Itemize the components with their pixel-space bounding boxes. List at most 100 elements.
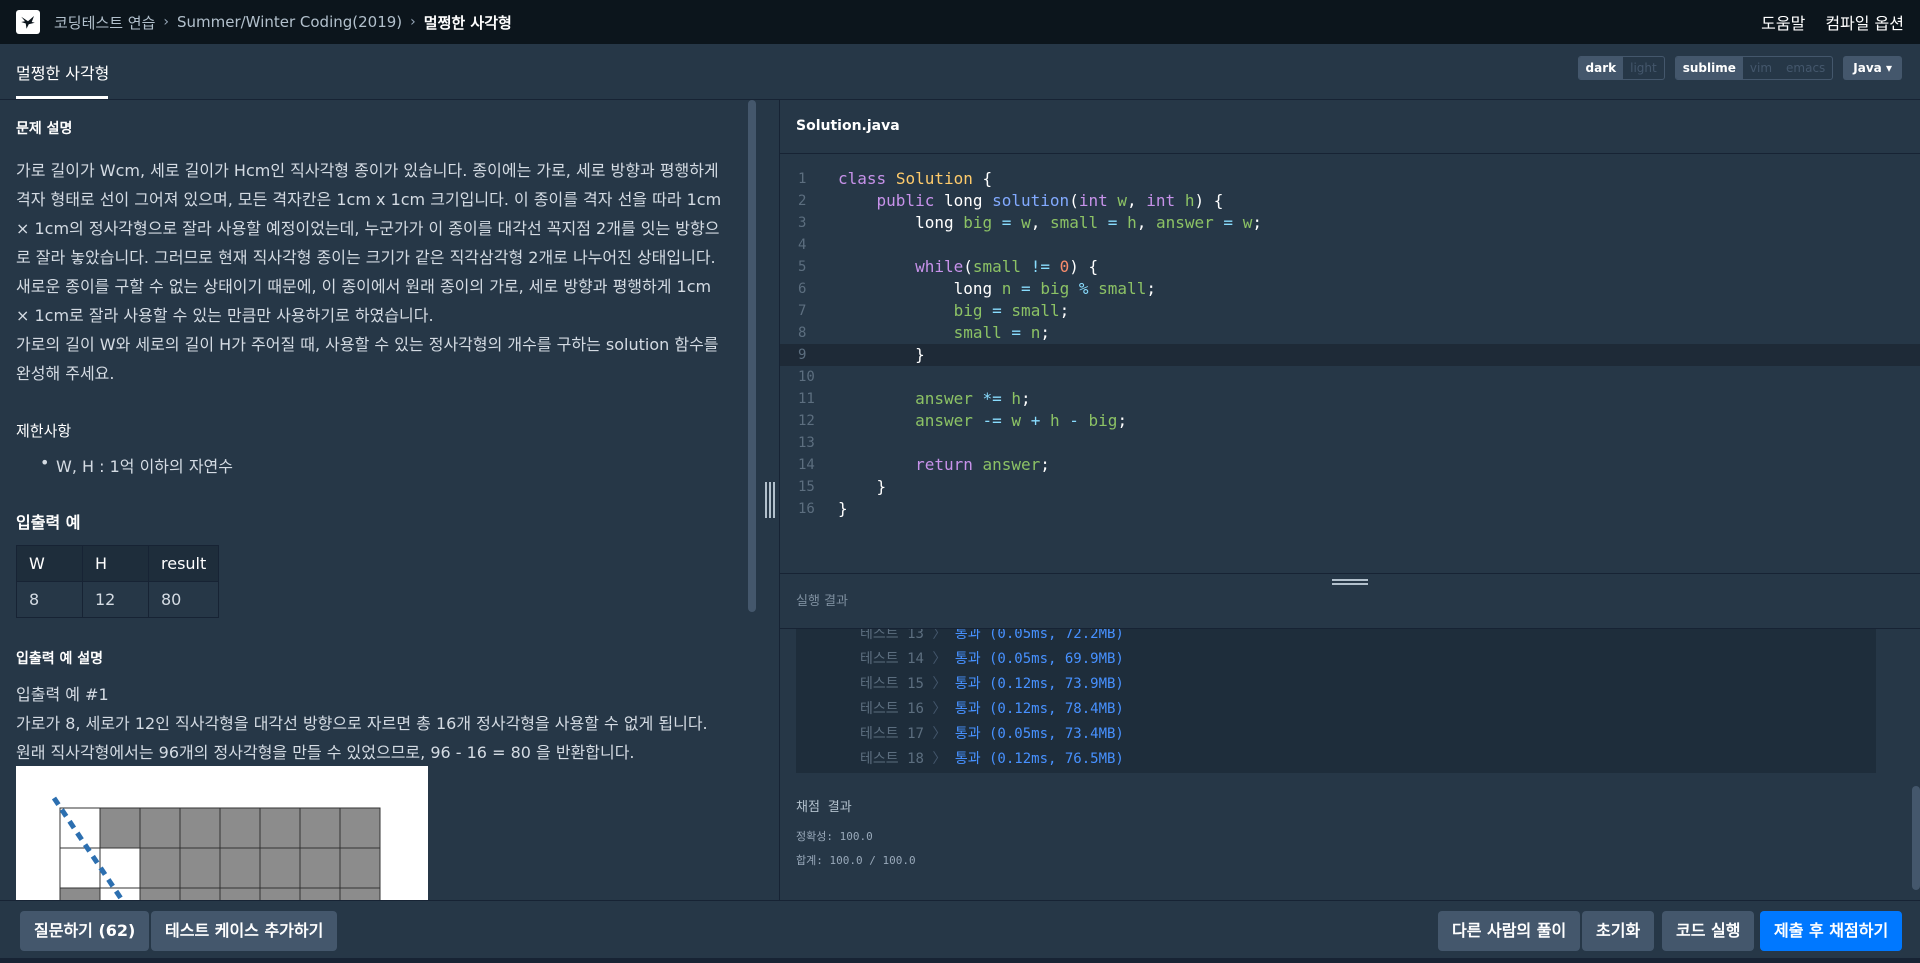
code-line: 13 <box>780 432 1920 454</box>
editor-file-tab[interactable]: Solution.java <box>780 100 1920 154</box>
test-result: 통과 (0.12ms, 73.9MB) <box>954 676 1124 692</box>
keymap-vim-option[interactable]: vim <box>1743 57 1779 79</box>
code-line: 4 <box>780 234 1920 256</box>
code-line: 6 long n = big % small; <box>780 278 1920 300</box>
code-text: } <box>838 345 925 364</box>
test-label: 테스트 16 <box>860 701 924 717</box>
line-number: 6 <box>798 281 807 297</box>
constraints-list: W, H : 1억 이하의 자연수 <box>16 453 724 477</box>
table-cell: 8 <box>16 581 83 618</box>
code-line: 16} <box>780 498 1920 520</box>
code-line: 1 class Solution { <box>780 168 1920 190</box>
breadcrumb-summer-winter[interactable]: Summer/Winter Coding(2019) <box>177 13 402 31</box>
code-text: public long solution(int w, int h) { <box>876 191 1224 210</box>
compile-options-link[interactable]: 컴파일 옵션 <box>1825 10 1904 34</box>
io-example-label: 입출력 예 #1 <box>16 685 109 704</box>
problem-scrollbar[interactable] <box>748 100 756 612</box>
top-navbar: 코딩테스트 연습 › Summer/Winter Coding(2019) › … <box>0 0 1920 44</box>
io-example-table: W H result 8 12 80 <box>16 545 220 618</box>
language-dropdown[interactable]: Java ▾ <box>1843 56 1902 80</box>
run-code-button[interactable]: 코드 실행 <box>1662 911 1755 951</box>
active-tab-indicator <box>16 96 108 99</box>
code-text: big = small; <box>953 301 1070 320</box>
constraint-item: W, H : 1억 이하의 자연수 <box>40 453 724 477</box>
io-example-title: 입출력 예 <box>16 513 81 532</box>
theme-toggle: dark light <box>1577 56 1665 80</box>
output-scrollbar[interactable] <box>1912 786 1920 890</box>
test-result-row: 테스트 13 〉 통과 (0.05ms, 72.2MB) <box>860 629 1124 647</box>
code-line: 11 answer *= h; <box>780 388 1920 410</box>
code-editor[interactable]: 1 class Solution { 2 public long solution… <box>780 155 1920 575</box>
test-result: 통과 (0.05ms, 72.2MB) <box>954 629 1124 642</box>
code-line: 5 while(small != 0) { <box>780 256 1920 278</box>
window-bottom-edge <box>0 958 1920 963</box>
theme-dark-option[interactable]: dark <box>1578 57 1624 79</box>
chevron-right-icon: › <box>410 14 416 30</box>
grade-title: 채점 결과 <box>796 800 852 815</box>
test-label: 테스트 15 <box>860 676 924 692</box>
line-number: 4 <box>798 237 807 253</box>
line-number: 15 <box>798 479 815 495</box>
code-line: 15 } <box>780 476 1920 498</box>
horizontal-resize-handle[interactable] <box>1332 579 1368 589</box>
table-cell: 80 <box>147 581 220 618</box>
test-result-row: 테스트 14 〉 통과 (0.05ms, 69.9MB) <box>860 647 1124 672</box>
keymap-emacs-option[interactable]: emacs <box>1779 57 1832 79</box>
grade-summary: 채점 결과 정확성: 100.0 합계: 100.0 / 100.0 <box>796 796 916 873</box>
test-result-row: 테스트 15 〉 통과 (0.12ms, 73.9MB) <box>860 672 1124 697</box>
code-text: long big = w, small = h, answer = w; <box>838 213 1262 232</box>
help-link[interactable]: 도움말 <box>1761 10 1805 34</box>
line-number: 11 <box>798 391 815 407</box>
keymap-sublime-option[interactable]: sublime <box>1675 57 1743 79</box>
line-number: 16 <box>798 501 815 517</box>
chevron-right-icon: 〉 <box>932 701 947 717</box>
line-number: 9 <box>798 347 807 363</box>
table-header-h: H <box>82 545 149 582</box>
programmers-logo[interactable] <box>16 10 40 34</box>
example-grid-image <box>16 766 428 900</box>
test-result: 통과 (0.12ms, 76.5MB) <box>954 751 1124 767</box>
reset-button[interactable]: 초기화 <box>1582 911 1655 951</box>
output-console[interactable]: 테스트 13 〉 통과 (0.05ms, 72.2MB) 테스트 14 〉 통과… <box>796 629 1876 773</box>
table-row: 8 12 80 <box>16 581 220 618</box>
io-example-text: 가로가 8, 세로가 12인 직사각형을 대각선 방향으로 자르면 총 16개 … <box>16 714 708 762</box>
keymap-toggle: sublime vim emacs <box>1674 56 1834 80</box>
chevron-right-icon: 〉 <box>932 629 947 642</box>
code-text: long n = big % small; <box>838 279 1156 298</box>
theme-light-option[interactable]: light <box>1623 57 1664 79</box>
problem-description-text-2: 가로의 길이 W와 세로의 길이 H가 주어질 때, 사용할 수 있는 정사각형… <box>16 335 719 383</box>
submit-button[interactable]: 제출 후 채점하기 <box>1760 911 1903 951</box>
code-text: class Solution { <box>838 169 993 188</box>
table-cell: 12 <box>82 581 149 618</box>
test-result: 통과 (0.12ms, 78.4MB) <box>954 701 1124 717</box>
test-label: 테스트 17 <box>860 726 924 742</box>
tab-problem-title[interactable]: 멀쩡한 사각형 <box>16 60 109 84</box>
chevron-right-icon: 〉 <box>932 751 947 767</box>
line-number: 14 <box>798 457 815 473</box>
grade-total: 합계: 100.0 / 100.0 <box>796 854 916 867</box>
line-number: 12 <box>798 413 815 429</box>
chevron-right-icon: 〉 <box>932 651 947 667</box>
add-testcase-button[interactable]: 테스트 케이스 추가하기 <box>151 911 338 951</box>
line-number: 5 <box>798 259 807 275</box>
test-result: 통과 (0.05ms, 73.4MB) <box>954 726 1124 742</box>
breadcrumb-coding-test[interactable]: 코딩테스트 연습 <box>54 12 155 33</box>
table-header-row: W H result <box>16 545 220 582</box>
bird-logo-icon <box>21 16 35 29</box>
test-label: 테스트 14 <box>860 651 924 667</box>
others-solution-button[interactable]: 다른 사람의 풀이 <box>1438 911 1581 951</box>
code-text: return answer; <box>915 455 1050 474</box>
test-label: 테스트 18 <box>860 751 924 767</box>
code-line-active: 9 } <box>780 344 1920 366</box>
breadcrumb: 코딩테스트 연습 › Summer/Winter Coding(2019) › … <box>54 12 512 33</box>
code-text: } <box>838 499 848 518</box>
code-line: 8 small = n; <box>780 322 1920 344</box>
constraints-title: 제한사항 <box>16 422 72 440</box>
questions-button[interactable]: 질문하기 (62) <box>20 911 150 951</box>
test-result: 통과 (0.05ms, 69.9MB) <box>954 651 1124 667</box>
test-result-row: 테스트 16 〉 통과 (0.12ms, 78.4MB) <box>860 697 1124 722</box>
breadcrumb-current: 멀쩡한 사각형 <box>423 13 512 32</box>
line-number: 13 <box>798 435 815 451</box>
vertical-resize-handle[interactable] <box>765 482 775 518</box>
language-selected: Java <box>1853 61 1882 75</box>
